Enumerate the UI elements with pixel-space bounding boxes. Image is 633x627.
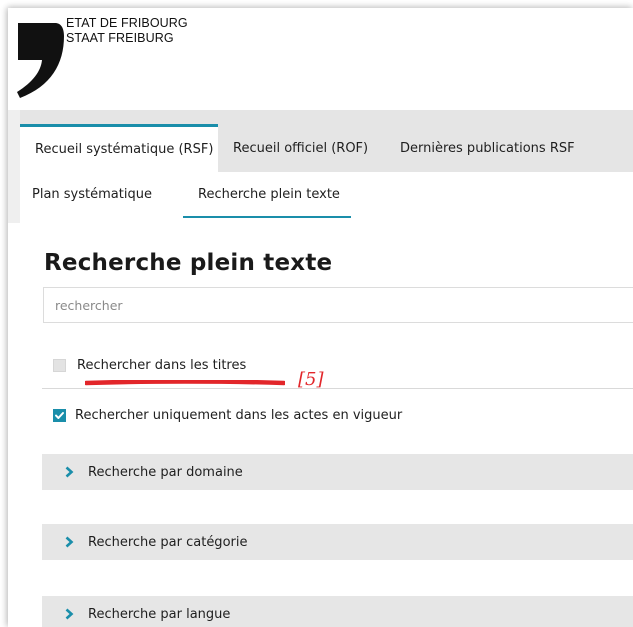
option-in-force[interactable]: Rechercher uniquement dans les actes en … xyxy=(53,408,402,423)
accordion-langue[interactable]: Recherche par langue xyxy=(42,596,633,627)
accordion-domaine[interactable]: Recherche par domaine xyxy=(42,454,633,490)
option-titles[interactable]: Rechercher dans les titres xyxy=(53,358,246,373)
chevron-right-icon xyxy=(65,608,74,620)
annotation-label: [5] xyxy=(298,369,324,390)
tab-label: Recueil systématique (RSF) xyxy=(35,142,214,157)
subtab-recherche-plein-texte[interactable]: Recherche plein texte xyxy=(183,172,351,218)
chevron-right-icon xyxy=(65,466,74,478)
tab-rsf[interactable]: Recueil systématique (RSF) xyxy=(20,124,218,172)
tab-label: Dernières publications RSF xyxy=(400,140,575,156)
subtab-plan-systematique[interactable]: Plan systématique xyxy=(32,172,152,216)
option-in-force-label: Rechercher uniquement dans les actes en … xyxy=(75,408,403,423)
site-header: ETAT DE FRIBOURG STAAT FREIBURG xyxy=(8,8,633,110)
org-name-de: STAAT FREIBURG xyxy=(66,31,174,45)
tab-rof[interactable]: Recueil officiel (ROF) xyxy=(218,124,394,172)
checkbox-in-force[interactable] xyxy=(53,409,66,422)
search-box xyxy=(43,287,633,323)
main-tabs: Recueil systématique (RSF) Recueil offic… xyxy=(20,124,575,172)
chevron-right-icon xyxy=(65,536,74,548)
accordion-label: Recherche par domaine xyxy=(88,464,243,480)
sub-navigation: Plan systématique Recherche plein texte xyxy=(20,172,633,218)
page: ETAT DE FRIBOURG STAAT FREIBURG Recueil … xyxy=(8,8,633,627)
tab-label: Recueil officiel (ROF) xyxy=(233,140,369,156)
main-content: Recherche plein texte Rechercher dans le… xyxy=(20,218,633,627)
checkbox-titles[interactable] xyxy=(53,359,66,372)
page-title: Recherche plein texte xyxy=(44,250,333,276)
org-name[interactable]: ETAT DE FRIBOURG STAAT FREIBURG xyxy=(66,16,188,46)
nav-band-edge xyxy=(8,110,20,223)
accordion-categorie[interactable]: Recherche par catégorie xyxy=(42,524,633,560)
tab-dernieres-publications[interactable]: Dernières publications RSF xyxy=(394,124,575,172)
accordion-label: Recherche par langue xyxy=(88,606,231,622)
fribourg-comma-logo-icon[interactable] xyxy=(17,22,65,98)
checkmark-icon xyxy=(55,412,64,419)
search-input[interactable] xyxy=(44,288,633,322)
org-name-fr: ETAT DE FRIBOURG xyxy=(66,16,188,30)
option-titles-label: Rechercher dans les titres xyxy=(77,358,247,373)
divider xyxy=(42,388,633,389)
annotation-underline xyxy=(85,380,285,386)
subtab-label: Plan systématique xyxy=(32,186,152,202)
accordion-label: Recherche par catégorie xyxy=(88,534,248,550)
subtab-label: Recherche plein texte xyxy=(198,186,340,202)
